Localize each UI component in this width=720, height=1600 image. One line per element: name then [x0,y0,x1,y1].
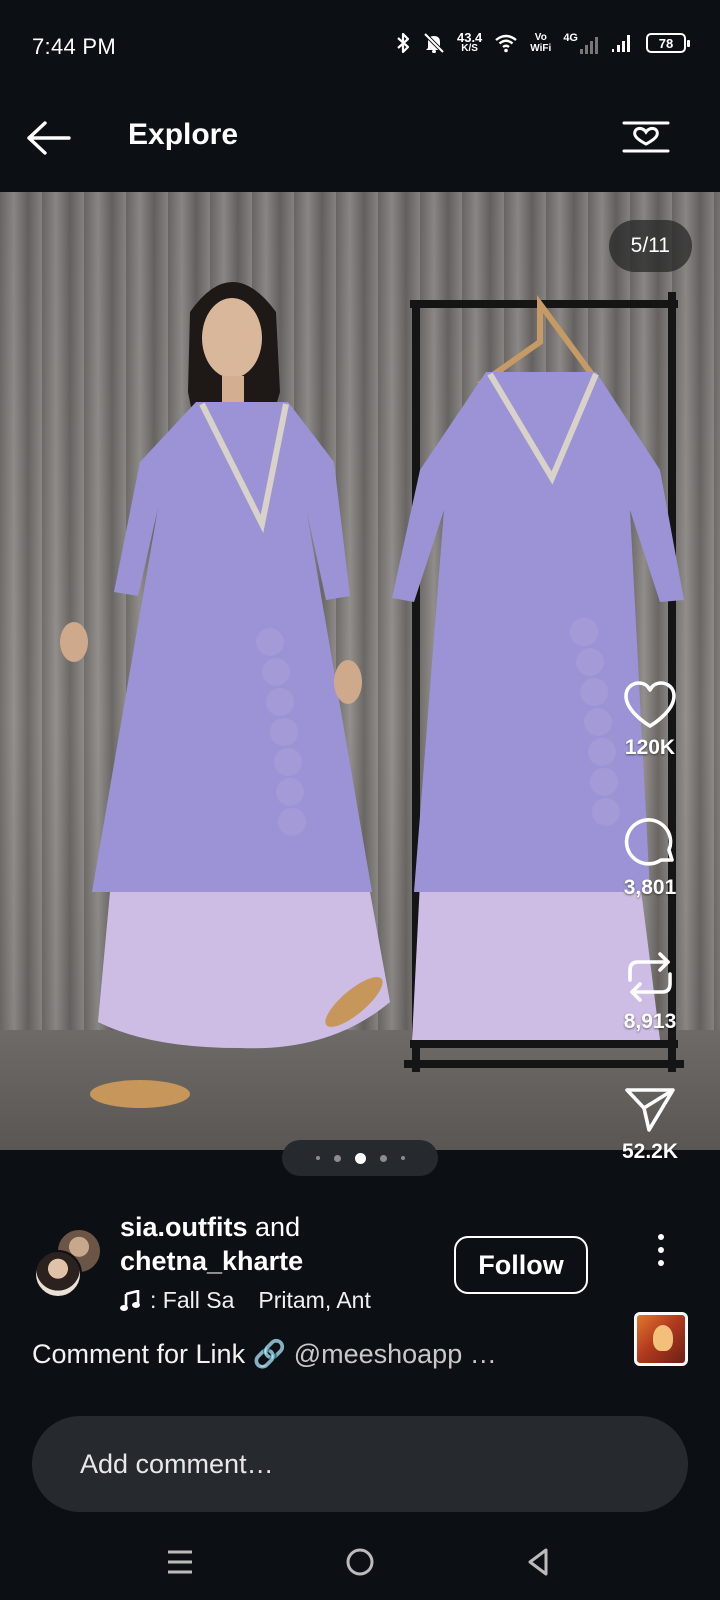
mute-bell-icon [423,32,445,54]
carousel-dot [379,1154,387,1162]
menu-icon [168,1550,192,1574]
dot [658,1247,664,1253]
repost-icon [628,952,672,1002]
page-title: Explore [128,118,239,151]
header: Explore [0,90,720,192]
carousel-dot [315,1156,320,1160]
follow-button[interactable]: Follow [454,1236,588,1294]
home-circle-icon [346,1548,374,1576]
send-icon [625,1088,675,1132]
battery-icon: 78 [646,33,690,53]
interests-filter-button[interactable] [620,110,672,166]
carousel-indicator [282,1140,438,1176]
back-button[interactable] [24,114,72,162]
comment-icon [624,818,674,866]
dot [658,1234,664,1240]
volte-bottom: WiFi [530,43,552,54]
caption-text: Comment for Link 🔗 [32,1339,294,1369]
carousel-dot [333,1154,341,1162]
system-navbar [0,1524,720,1600]
avatar [34,1250,82,1298]
back-triangle-icon [528,1548,548,1576]
bluetooth-icon [397,32,410,54]
dot [658,1260,664,1266]
author-name[interactable]: chetna_kharte [120,1246,303,1276]
carousel-dot-active [354,1152,366,1164]
post-authors[interactable]: sia.outfits and chetna_kharte [120,1210,303,1278]
repost-action[interactable]: 8,913 [610,950,690,1034]
signal-icon-2 [612,35,630,52]
music-artist: Pritam, Ant [258,1287,371,1313]
music-track: : Fall Sa [150,1287,235,1313]
share-action[interactable]: 52.2K [610,1084,690,1164]
post-caption[interactable]: Comment for Link 🔗 @meeshoapp … [32,1338,497,1370]
signal-group: 4G [563,32,600,54]
mannequin [60,282,390,1108]
music-info[interactable]: : Fall Sa Pritam, Ant [120,1287,371,1314]
battery-level: 78 [658,35,674,51]
comment-count: 3,801 [623,876,677,899]
comment-action[interactable]: 3,801 [610,816,690,900]
status-icons: 43.4 K/S Vo WiFi 4G 78 [395,30,690,54]
music-note-icon [120,1289,140,1311]
recents-button[interactable] [160,1542,200,1582]
volte-badge: Vo WiFi [530,32,551,54]
wifi-icon [495,34,518,53]
repost-count: 8,913 [623,1010,677,1033]
heart-sliders-icon [622,121,670,153]
home-button[interactable] [340,1542,380,1582]
like-count: 120K [624,736,676,759]
carousel-dot [400,1156,405,1160]
caption-mention[interactable]: @meeshoapp … [294,1339,497,1369]
author-name[interactable]: sia.outfits [120,1212,248,1242]
system-back-button[interactable] [518,1542,558,1582]
net-speed: 43.4 K/S [456,30,483,54]
like-action[interactable]: 120K [610,680,690,760]
audio-thumbnail[interactable] [634,1312,688,1366]
signal-icon [580,37,598,54]
image-counter: 5/11 [608,220,692,272]
volte-top: Vo [534,32,547,43]
comment-placeholder: Add comment… [80,1448,274,1479]
arrow-left-icon [27,121,71,155]
status-bar: 7:44 PM 43.4 K/S Vo WiFi 4G 78 [0,0,720,90]
more-options-button[interactable] [644,1228,678,1272]
network-type: 4G [563,32,578,44]
add-comment-field[interactable]: Add comment… [32,1416,688,1512]
author-joiner: and [255,1212,301,1242]
author-avatars[interactable] [34,1228,106,1298]
status-time: 7:44 PM [32,34,117,59]
heart-icon [624,681,676,728]
share-count: 52.2K [621,1140,679,1163]
net-speed-value: 43.4 [456,30,483,45]
